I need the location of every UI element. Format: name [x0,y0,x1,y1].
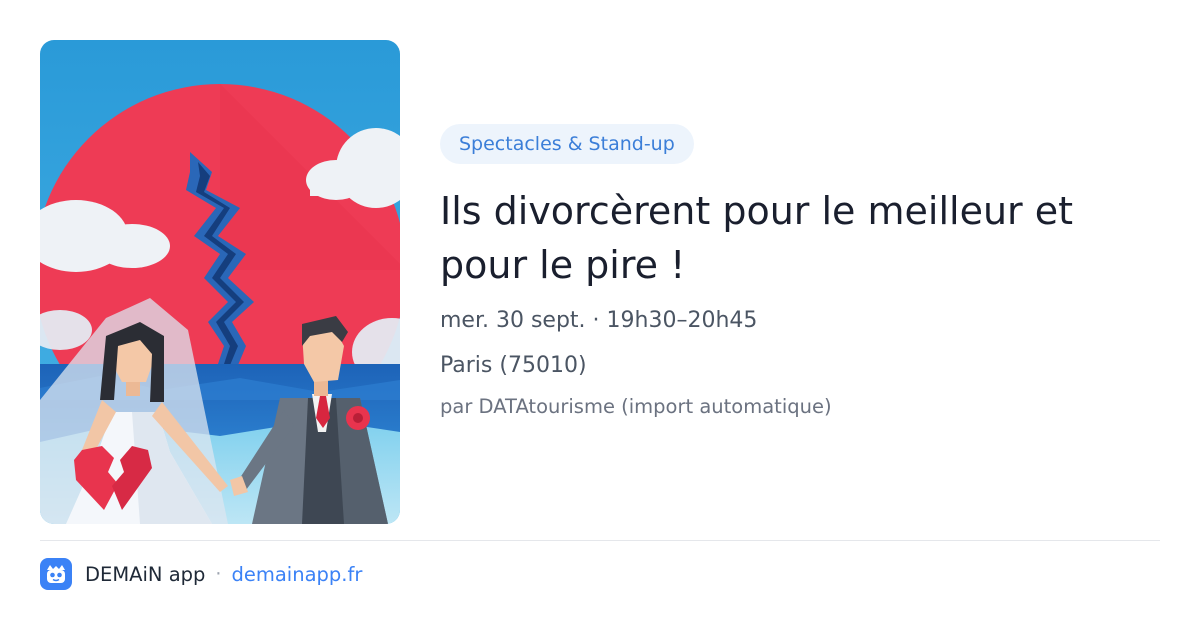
event-illustration [40,40,400,524]
app-name: DEMAiN app [85,562,206,586]
footer: DEMAiN app · demainapp.fr [40,558,362,590]
event-details: Spectacles & Stand-up Ils divorcèrent po… [440,124,1160,421]
event-title[interactable]: Ils divorcèrent pour le meilleur et pour… [440,184,1140,292]
demain-app-logo-icon[interactable] [40,558,72,590]
footer-separator: · [215,563,222,585]
category-badge[interactable]: Spectacles & Stand-up [440,124,694,164]
footer-divider [40,540,1160,541]
event-location: Paris (75010) [440,353,587,378]
event-image[interactable] [40,40,400,524]
event-datetime: mer. 30 sept. · 19h30–20h45 [440,308,758,333]
event-source: par DATAtourisme (import automatique) [440,395,832,418]
app-domain-link[interactable]: demainapp.fr [231,563,362,586]
